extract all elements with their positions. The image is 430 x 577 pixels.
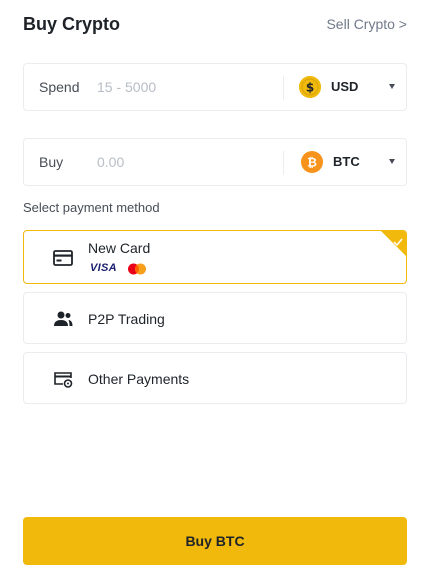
buy-field: Buy ₿ BTC [23,138,407,186]
spend-field: Spend $ USD [23,63,407,111]
spend-currency-select[interactable]: $ USD [289,64,407,110]
buy-currency-select[interactable]: ₿ BTC [289,139,407,185]
field-divider [283,151,284,175]
bitcoin-icon: ₿ [301,151,323,173]
users-icon [52,309,74,329]
page-header: Buy Crypto Sell Crypto > [23,13,407,35]
method-label: New Card [88,240,151,256]
sell-crypto-link[interactable]: Sell Crypto > [326,15,407,33]
svg-text:₿: ₿ [307,156,317,170]
mastercard-logo [126,262,148,275]
buy-label: Buy [39,154,64,170]
payment-method-new-card[interactable]: New Card VISA [23,230,407,284]
field-divider [283,76,284,100]
card-settings-icon [52,369,74,389]
card-icon [52,248,74,268]
chevron-down-icon [389,84,395,89]
payment-method-heading: Select payment method [23,200,160,215]
payment-method-other-payments[interactable]: Other Payments [23,352,407,404]
check-icon [393,233,403,247]
svg-text:$: $ [306,81,314,95]
spend-label: Spend [39,79,80,95]
dollar-coin-icon: $ [299,76,321,98]
buy-currency-code: BTC [333,154,360,169]
spend-amount-input[interactable] [97,76,277,98]
buy-btc-button[interactable]: Buy BTC [23,517,407,565]
method-label: Other Payments [88,371,190,387]
page-title: Buy Crypto [23,14,121,34]
spend-currency-code: USD [331,79,359,94]
buy-amount-input[interactable] [97,151,277,173]
chevron-down-icon [389,159,395,164]
visa-logo: VISA [90,262,117,274]
method-label: P2P Trading [88,311,165,327]
payment-method-p2p-trading[interactable]: P2P Trading [23,292,407,344]
